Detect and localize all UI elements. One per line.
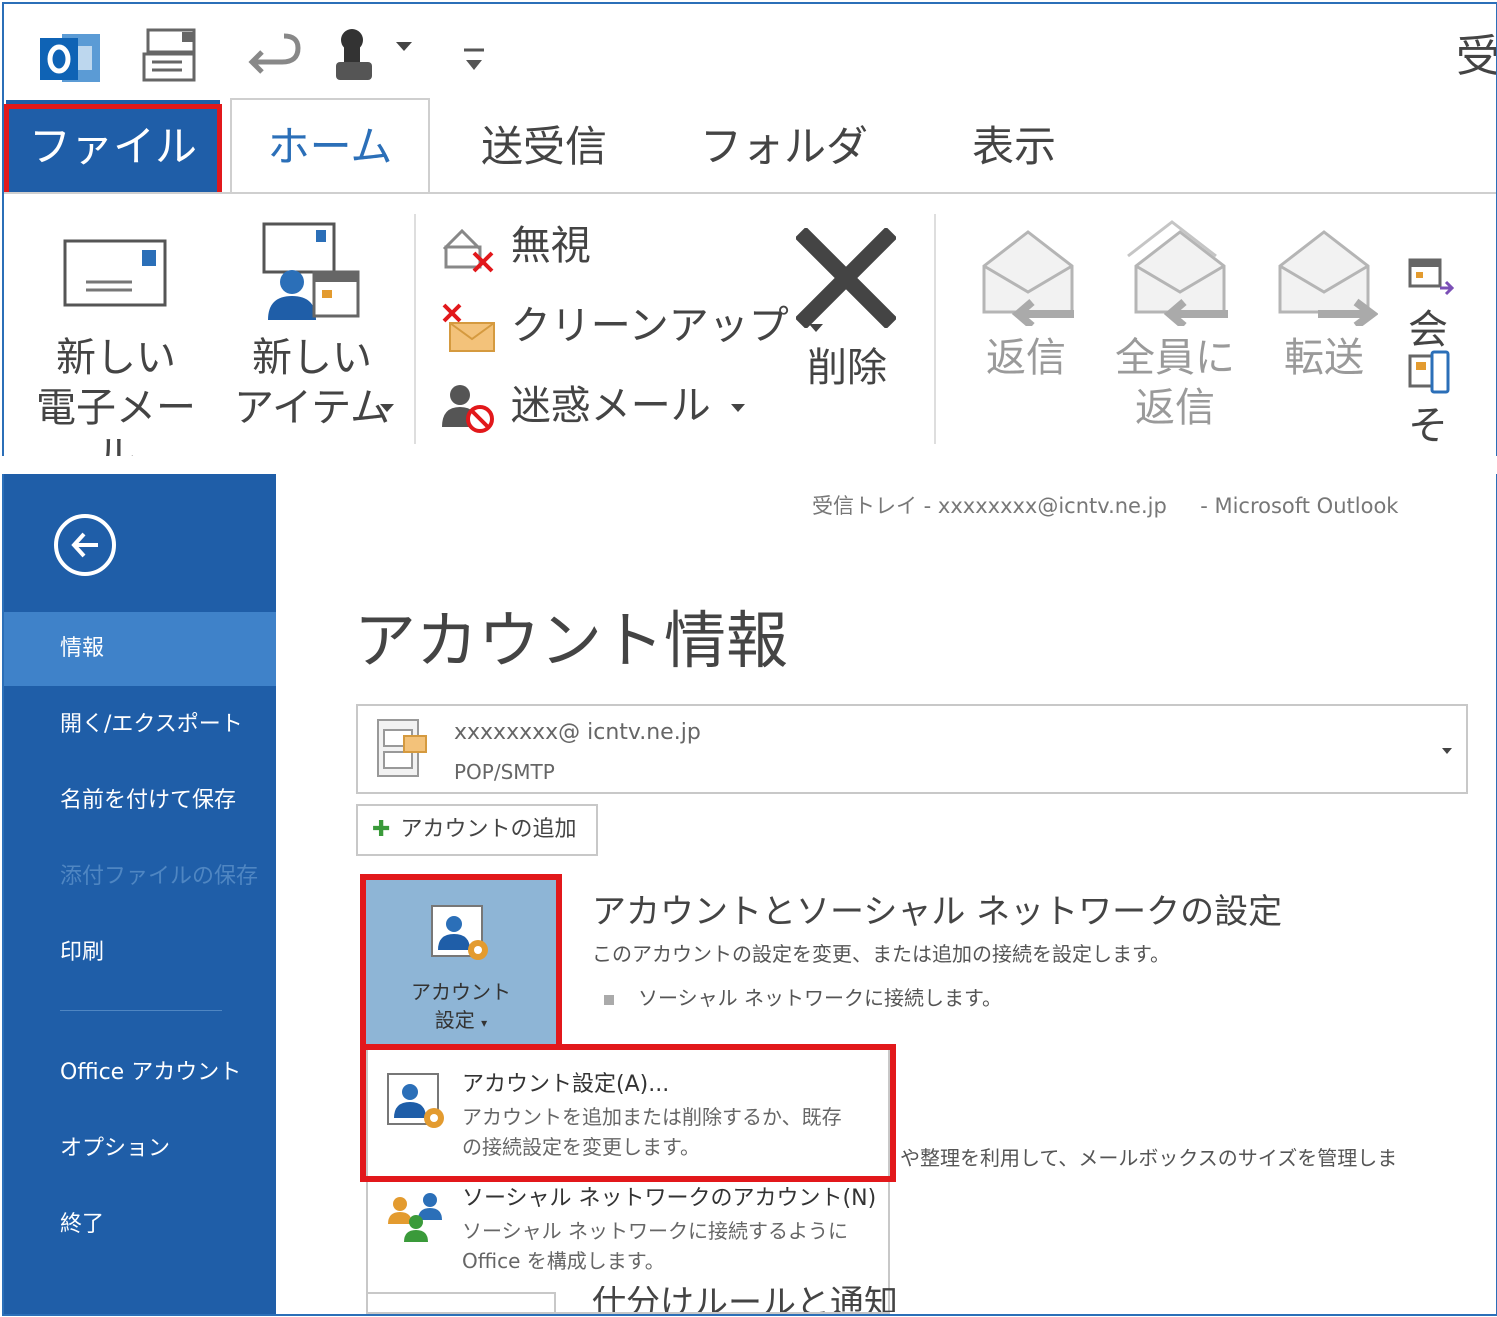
- backstage-sidebar: 情報 開く/エクスポート 名前を付けて保存 添付ファイルの保存 印刷 Offic…: [4, 474, 276, 1314]
- plus-icon: ✚: [372, 817, 391, 842]
- add-account-button[interactable]: ✚ アカウントの追加: [356, 804, 598, 856]
- reply-all-label-1: 全員に: [1115, 335, 1235, 381]
- window-title-fragment: 受: [1456, 31, 1497, 82]
- mailbox-cleanup-description: や整理を利用して、メールボックスのサイズを管理しま: [900, 1146, 1398, 1170]
- new-items-label-1: 新しい: [252, 335, 372, 381]
- tab-home[interactable]: ホーム: [230, 98, 430, 196]
- forward-label: 転送: [1284, 335, 1364, 381]
- customize-qat-icon[interactable]: [462, 46, 486, 76]
- junk-button[interactable]: 迷惑メール: [440, 378, 746, 434]
- file-tab-highlight: [4, 104, 222, 198]
- junk-label: 迷惑メール: [510, 383, 711, 429]
- add-account-label: アカウントの追加: [400, 817, 577, 842]
- sidebar-item-open-export[interactable]: 開く/エクスポート: [4, 688, 276, 762]
- delete-icon: [796, 228, 896, 328]
- new-email-label-1: 新しい: [56, 335, 176, 381]
- tab-send-receive[interactable]: 送受信: [454, 100, 634, 194]
- quick-access-toolbar: 受: [4, 4, 1496, 100]
- reply-all-button[interactable]: 全員に 返信: [1110, 204, 1240, 444]
- account-type: POP/SMTP: [454, 760, 555, 784]
- social-network-icon: [388, 1193, 442, 1242]
- sidebar-item-save-as[interactable]: 名前を付けて保存: [4, 764, 276, 838]
- account-file-icon: [377, 719, 427, 777]
- sidebar-item-options[interactable]: オプション: [4, 1112, 276, 1186]
- sidebar-item-print[interactable]: 印刷: [4, 916, 276, 990]
- forward-icon: [1278, 230, 1378, 326]
- back-button[interactable]: [54, 514, 116, 576]
- sidebar-item-office-account[interactable]: Office アカウント: [4, 1036, 276, 1110]
- cleanup-label: クリーンアップ: [510, 303, 789, 349]
- junk-icon: [442, 385, 494, 433]
- sidebar-divider: [60, 1010, 222, 1011]
- ribbon-panel: 受 ファイル ホーム 送受信 フォルダー 表示 新しい 電子メール: [2, 2, 1497, 456]
- delete-button[interactable]: 削除: [784, 204, 910, 444]
- cleanup-icon: [442, 303, 495, 352]
- section-description: このアカウントの設定を変更、または追加の接続を設定します。: [592, 942, 1170, 966]
- touch-mode-dropdown-icon[interactable]: [396, 42, 412, 51]
- reply-all-label-2: 返信: [1135, 385, 1215, 431]
- backstage-view: 情報 開く/エクスポート 名前を付けて保存 添付ファイルの保存 印刷 Offic…: [2, 474, 1497, 1316]
- section-bullet-text: ソーシャル ネットワークに接続します。: [638, 986, 1002, 1010]
- tab-view[interactable]: 表示: [944, 100, 1084, 194]
- menu-item-social-desc-1: ソーシャル ネットワークに接続するように: [462, 1219, 848, 1243]
- more-respond-button[interactable]: そ: [1408, 342, 1496, 449]
- bullet-icon: [604, 994, 614, 1005]
- ignore-icon: [442, 228, 494, 273]
- meeting-button[interactable]: 会: [1408, 246, 1496, 353]
- account-email: xxxxxxxx@ icntv.ne.jp: [454, 720, 701, 745]
- touch-mode-icon[interactable]: [326, 26, 386, 86]
- sidebar-item-exit[interactable]: 終了: [4, 1188, 276, 1262]
- ignore-button[interactable]: 無視: [440, 218, 591, 274]
- section-title: アカウントとソーシャル ネットワークの設定: [592, 892, 1283, 932]
- more-respond-icon: [1408, 350, 1450, 394]
- rules-section-title-fragment: 仕分けルールと通知: [592, 1286, 898, 1312]
- more-respond-label-fragment: そ: [1408, 403, 1448, 449]
- group-separator: [414, 214, 416, 444]
- ribbon-tabs: ファイル ホーム 送受信 フォルダー 表示: [4, 98, 1496, 265]
- account-selector[interactable]: xxxxxxxx@ icntv.ne.jp POP/SMTP: [356, 704, 1468, 794]
- new-items-label-2: アイテム: [234, 385, 390, 431]
- back-arrow-icon: [71, 532, 98, 558]
- window-title: 受信トレイ - xxxxxxxx@icntv.ne.jp - Microsoft…: [812, 494, 1399, 518]
- menu-item-social-title: ソーシャル ネットワークのアカウント(N): [462, 1186, 877, 1211]
- menu-item-social-desc-2: Office を構成します。: [462, 1249, 665, 1273]
- tab-folder[interactable]: フォルダー: [684, 100, 884, 265]
- menu-item-social-network-accounts[interactable]: ソーシャル ネットワークのアカウント(N) ソーシャル ネットワークに接続するよ…: [368, 1174, 888, 1290]
- reply-label: 返信: [986, 335, 1066, 381]
- page-title: アカウント情報: [354, 604, 789, 677]
- new-email-icon: [63, 239, 167, 307]
- account-settings-menu-item-highlight: [360, 1044, 896, 1182]
- section-bullet: ソーシャル ネットワークに接続します。: [604, 982, 1002, 1011]
- new-items-icon: [262, 222, 360, 320]
- reply-icon: [982, 230, 1074, 326]
- account-settings-highlight: [360, 874, 562, 1052]
- new-email-label-2: 電子メール: [36, 385, 196, 456]
- sidebar-item-save-attachments: 添付ファイルの保存: [60, 864, 259, 889]
- group-separator: [934, 214, 936, 444]
- reply-button[interactable]: 返信: [966, 204, 1086, 444]
- new-items-button[interactable]: 新しい アイテム: [220, 204, 404, 444]
- send-receive-all-icon[interactable]: [142, 26, 204, 86]
- undo-icon[interactable]: [248, 32, 304, 82]
- new-email-button[interactable]: 新しい 電子メール: [24, 204, 208, 456]
- forward-button[interactable]: 転送: [1264, 204, 1384, 444]
- reply-all-icon: [1127, 220, 1228, 326]
- outlook-logo-icon: [40, 34, 100, 82]
- meeting-icon: [1408, 258, 1455, 296]
- ribbon-body: 新しい 電子メール 新しい アイテム 無視 クリーンアップ 迷惑メール 削除 返…: [4, 192, 1496, 456]
- new-items-dropdown-icon: [380, 404, 394, 412]
- account-dropdown-icon[interactable]: [1442, 748, 1452, 754]
- junk-dropdown-icon: [731, 404, 746, 412]
- delete-label: 削除: [807, 345, 887, 391]
- ignore-label: 無視: [510, 223, 591, 269]
- sidebar-item-info[interactable]: 情報: [4, 612, 276, 686]
- rules-button-fragment[interactable]: [366, 1292, 556, 1314]
- cleanup-button[interactable]: クリーンアップ: [440, 298, 824, 354]
